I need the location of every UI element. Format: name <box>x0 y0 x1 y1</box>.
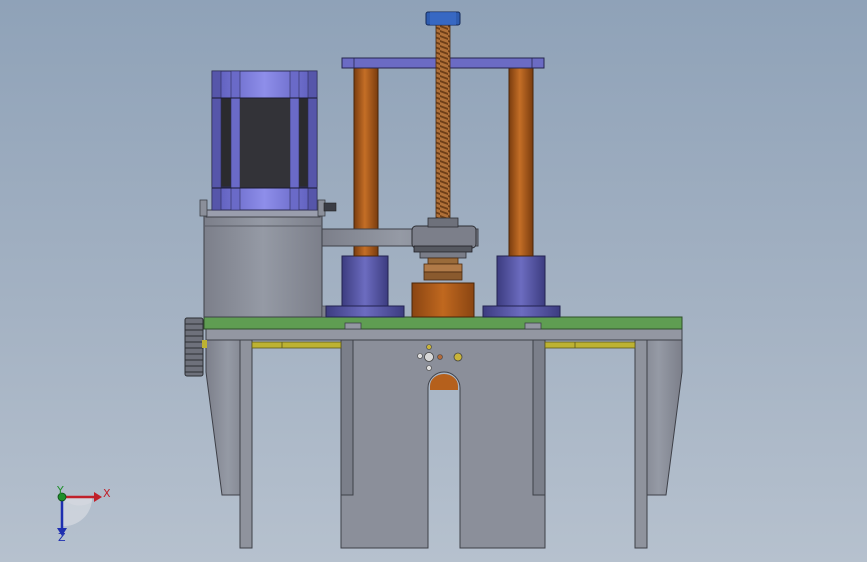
machine-drawing: X Y Z <box>56 11 683 549</box>
frame-beam <box>205 327 683 341</box>
top-screw-knob <box>425 11 461 26</box>
x-axis-label: X <box>103 487 111 500</box>
left-outer-leg <box>205 339 253 549</box>
screw-nut <box>423 257 463 281</box>
left-column <box>353 65 379 257</box>
center-u-bracket <box>340 329 546 549</box>
left-column-collar <box>325 255 405 318</box>
stepper-motor <box>211 70 318 211</box>
right-column-collar <box>482 255 561 318</box>
timing-belt-arm <box>321 225 479 249</box>
cad-viewport[interactable]: X Y Z <box>0 0 867 562</box>
right-column <box>508 65 534 257</box>
motor-mount-block <box>203 215 327 318</box>
x-axis-arrow-icon <box>94 492 102 502</box>
z-axis-label: Z <box>58 531 66 544</box>
slider-block <box>411 282 475 318</box>
lead-screw <box>435 24 451 222</box>
axis-triad[interactable]: X Y Z <box>56 484 111 544</box>
right-outer-leg <box>634 339 683 549</box>
y-axis-label: Y <box>56 484 64 497</box>
green-top-plate <box>203 316 683 330</box>
